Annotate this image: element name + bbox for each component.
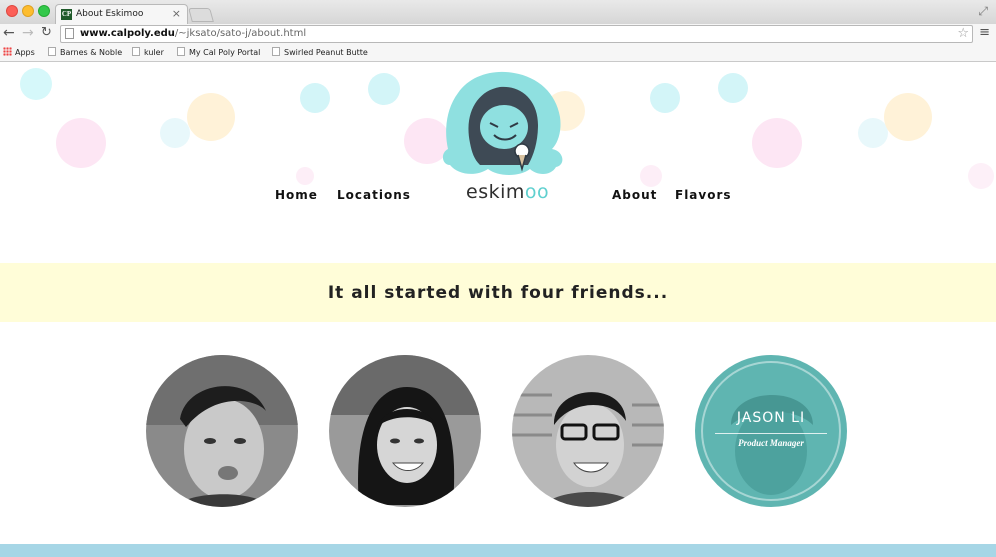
logo-wordmark[interactable]: eskimoo	[466, 181, 549, 203]
page-icon	[48, 47, 56, 56]
favicon: CP	[61, 9, 72, 20]
url-host: www.calpoly.edu	[80, 28, 175, 39]
team-member-photo-2[interactable]	[329, 355, 481, 507]
apps-icon	[3, 47, 12, 56]
member-name: JASON LI	[736, 410, 806, 426]
footer-band	[0, 544, 996, 557]
logo-text-accent: oo	[524, 181, 550, 203]
portrait-image	[512, 355, 664, 507]
new-tab-button[interactable]	[188, 8, 214, 22]
page-icon	[272, 47, 280, 56]
fullscreen-icon[interactable]: ⤢	[978, 4, 988, 19]
nav-about[interactable]: About	[612, 188, 657, 202]
nav-locations[interactable]: Locations	[337, 188, 411, 202]
menu-icon[interactable]: ≡	[979, 26, 990, 40]
forward-icon[interactable]: →	[22, 25, 34, 41]
member-divider	[715, 433, 827, 434]
nav-home[interactable]: Home	[275, 188, 318, 202]
intro-band: It all started with four friends...	[0, 263, 996, 322]
back-icon[interactable]: ←	[3, 25, 15, 41]
member-role: Product Manager	[738, 438, 804, 448]
bookmark-apps[interactable]: Apps	[3, 47, 35, 59]
reload-icon[interactable]: ↻	[41, 25, 52, 41]
leaf-icon	[177, 47, 185, 56]
logo-text-prefix: eskim	[466, 181, 525, 203]
browser-toolbar: ← → ↻ www.calpoly.edu/~jksato/sato-j/abo…	[0, 24, 996, 44]
team-member-card-jason-li[interactable]: JASON LI Product Manager	[695, 355, 847, 507]
tab-close-icon[interactable]: ×	[172, 5, 181, 23]
page-icon	[65, 28, 74, 39]
page-content: Home Locations About Flavors eskimoo It …	[0, 63, 996, 557]
star-icon[interactable]: ☆	[957, 26, 969, 42]
window-minimize-button[interactable]	[22, 5, 34, 17]
portrait-image	[146, 355, 298, 507]
bookmark-swirled-peanut-butter[interactable]: Swirled Peanut Butte	[272, 47, 368, 59]
bookmark-cal-poly-portal[interactable]: My Cal Poly Portal	[177, 47, 260, 59]
eskimoo-logo[interactable]	[440, 69, 568, 185]
tab-title: About Eskimoo	[76, 9, 144, 19]
window-maximize-button[interactable]	[38, 5, 50, 17]
bookmark-barnes-noble[interactable]: Barnes & Noble	[48, 47, 122, 59]
browser-tab[interactable]: CP About Eskimoo ×	[55, 4, 188, 24]
team-member-photo-3[interactable]	[512, 355, 664, 507]
team-member-photo-1[interactable]	[146, 355, 298, 507]
address-bar[interactable]: www.calpoly.edu/~jksato/sato-j/about.htm…	[60, 25, 973, 43]
bookmarks-bar: Apps Barnes & Noble kuler My Cal Poly Po…	[0, 44, 996, 62]
nav-flavors[interactable]: Flavors	[675, 188, 732, 202]
eskimo-mascot-icon	[442, 71, 563, 175]
intro-heading: It all started with four friends...	[327, 283, 669, 303]
window-close-button[interactable]	[6, 5, 18, 17]
page-icon	[132, 47, 140, 56]
browser-titlebar: CP About Eskimoo × ⤢	[0, 0, 996, 24]
member-ring	[701, 361, 841, 501]
url-path: /~jksato/sato-j/about.html	[174, 28, 307, 39]
portrait-image	[329, 355, 481, 507]
bookmark-kuler[interactable]: kuler	[132, 47, 164, 59]
